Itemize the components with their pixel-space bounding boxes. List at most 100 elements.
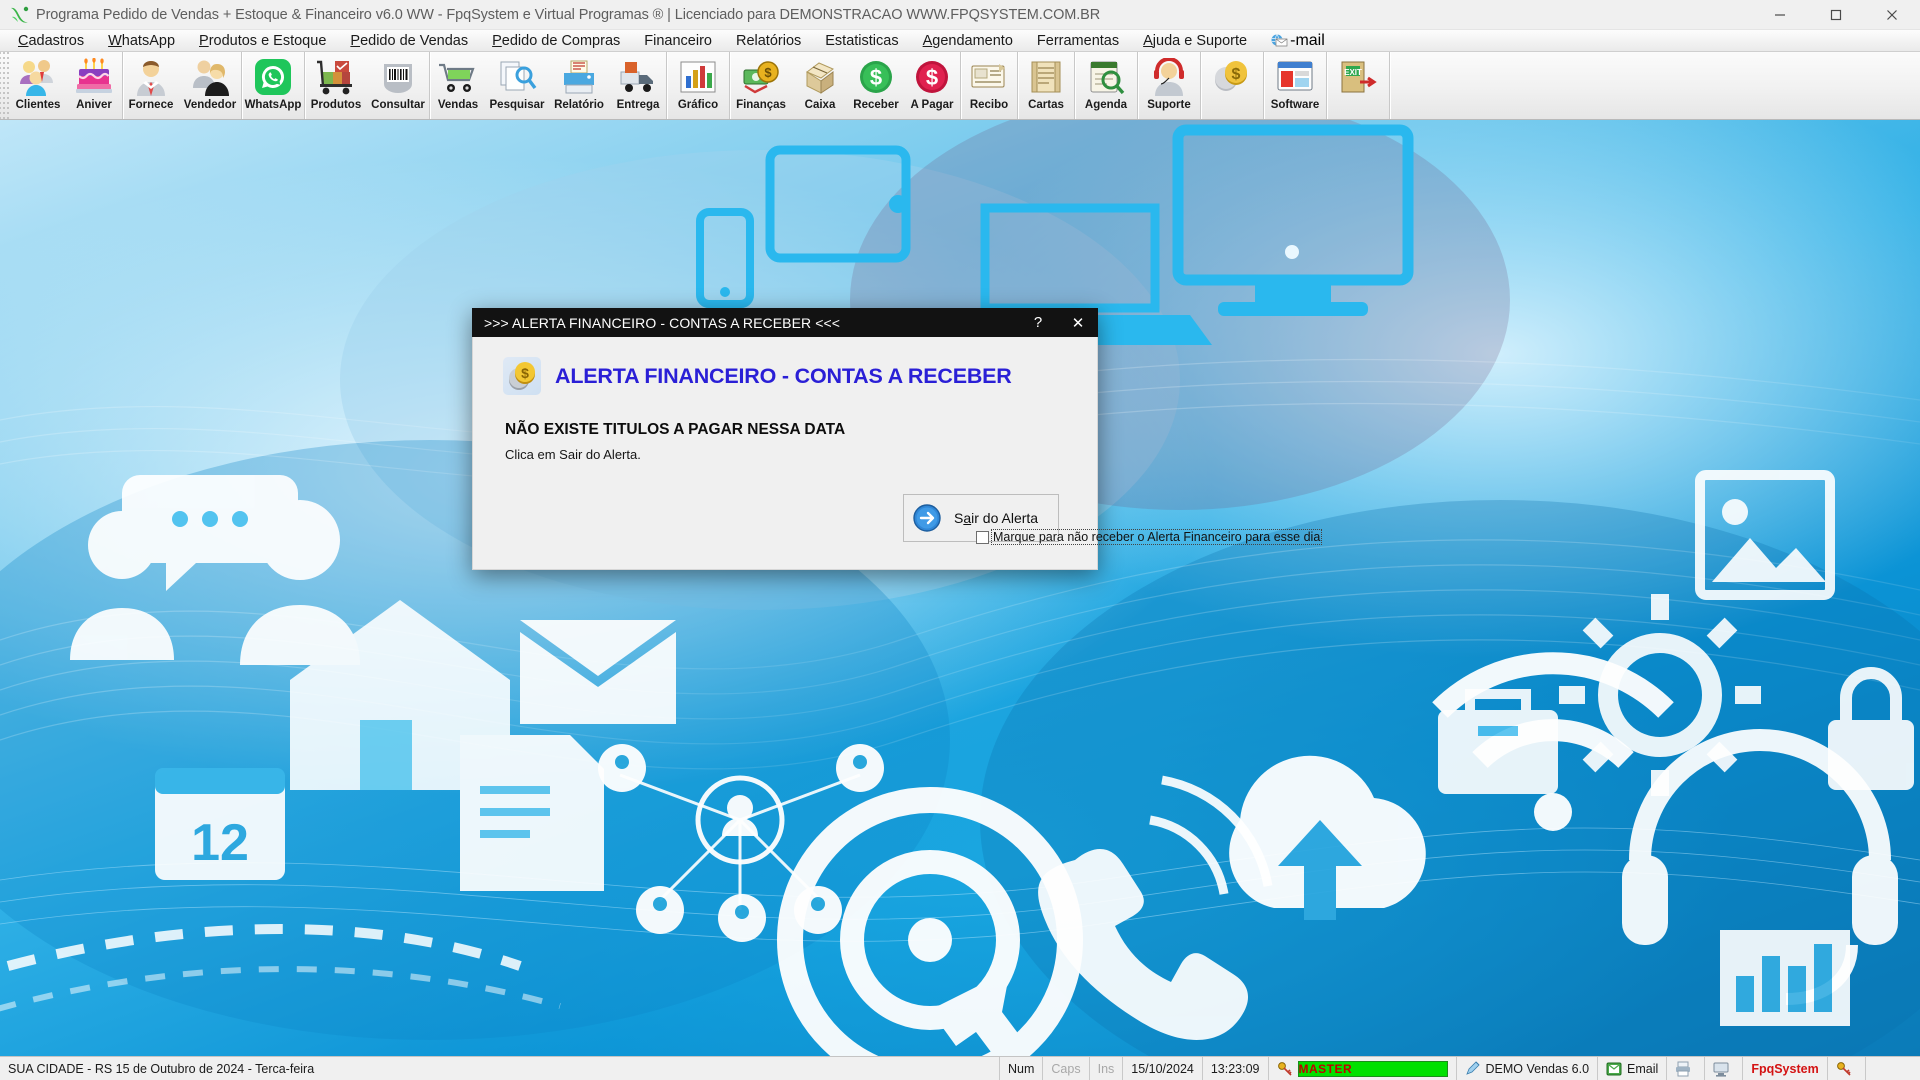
printer-icon: [1675, 1061, 1691, 1077]
toolbar-button-caixa[interactable]: Caixa: [792, 52, 848, 119]
svg-text:$: $: [870, 65, 882, 90]
toolbar-group-pessoas: Fornece Vendedor: [123, 52, 242, 119]
toolbar-group-cadastros: Clientes Aniver: [10, 52, 123, 119]
toolbar-button-relatorio[interactable]: Relatório: [548, 52, 610, 119]
main-toolbar: Clientes Aniver Fornece Vendedor WhatsAp…: [0, 52, 1920, 120]
toolbar-button-agenda[interactable]: Agenda: [1075, 52, 1137, 119]
nao-receber-alerta-checkbox[interactable]: [976, 530, 989, 544]
toolbar-button-clientes[interactable]: Clientes: [10, 52, 66, 119]
window-title: Programa Pedido de Vendas + Estoque & Fi…: [36, 6, 1101, 23]
toolbar-button-a-pagar[interactable]: $ A Pagar: [904, 52, 960, 119]
statusbar: SUA CIDADE - RS 15 de Outubro de 2024 - …: [0, 1056, 1920, 1080]
receive-dollar-icon: $: [853, 57, 899, 97]
nao-receber-alerta-label[interactable]: Marque para não receber o Alerta Finance…: [990, 529, 1323, 545]
toolbar-button-consultar[interactable]: Consultar: [367, 52, 429, 119]
gold-coin-icon: $: [503, 357, 541, 395]
pay-dollar-icon: $: [909, 57, 955, 97]
menu-item-ajuda-e-suporte[interactable]: Ajuda e Suporte: [1131, 31, 1259, 51]
demo-pen-icon: [1465, 1060, 1481, 1077]
statusbar-date: 15/10/2024: [1123, 1057, 1203, 1080]
menu-item-email[interactable]: -mail: [1259, 32, 1337, 50]
svg-text:$: $: [1232, 66, 1241, 83]
shopping-cart-icon: [435, 57, 481, 97]
toolbar-button-receber[interactable]: $ Receber: [848, 52, 904, 119]
menu-item-agendamento[interactable]: Agendamento: [911, 31, 1025, 51]
toolbar-label-financas: Finanças: [736, 99, 786, 111]
maximize-button[interactable]: [1808, 0, 1864, 30]
dialog-heading: ALERTA FINANCEIRO - CONTAS A RECEBER: [555, 363, 1012, 388]
toolbar-group-produtos: Produtos Consultar: [305, 52, 430, 119]
dialog-body: $ ALERTA FINANCEIRO - CONTAS A RECEBER N…: [472, 337, 1323, 570]
dialog-message: NÃO EXISTE TITULOS A PAGAR NESSA DATA: [505, 421, 846, 438]
statusbar-printer-cell[interactable]: [1667, 1057, 1706, 1080]
toolbar-button-vendedor[interactable]: Vendedor: [179, 52, 241, 119]
menu-item-estatisticas[interactable]: Estatisticas: [813, 31, 910, 51]
toolbar-button-aniver[interactable]: Aniver: [66, 52, 122, 119]
toolbar-button-sair[interactable]: EXIT: [1327, 52, 1389, 119]
toolbar-label-aniver: Aniver: [76, 99, 112, 111]
dialog-close-button[interactable]: ✕: [1058, 308, 1098, 337]
toolbar-group-vendas: Vendas Pesquisar Relatório Entrega: [430, 52, 667, 119]
bar-chart-icon: [675, 57, 721, 97]
toolbar-button-moedas[interactable]: $: [1201, 52, 1263, 119]
toolbar-label-caixa: Caixa: [804, 99, 836, 111]
email-icon: [1606, 1061, 1622, 1077]
statusbar-brandkey-cell: [1828, 1057, 1866, 1080]
menu-item-produtos-e-estoque[interactable]: Produtos e Estoque: [187, 31, 338, 51]
toolbar-button-suporte[interactable]: Suporte: [1138, 52, 1200, 119]
toolbar-group-software: Software: [1264, 52, 1327, 119]
toolbar-group-agenda: Agenda: [1075, 52, 1138, 119]
alerta-financeiro-dialog: >>> ALERTA FINANCEIRO - CONTAS A RECEBER…: [472, 308, 1323, 570]
toolbar-label-cartas: Cartas: [1028, 99, 1064, 111]
toolbar-label-a-pagar: A Pagar: [910, 99, 954, 111]
toolbar-label-clientes: Clientes: [15, 99, 61, 111]
dialog-title-text: >>> ALERTA FINANCEIRO - CONTAS A RECEBER…: [484, 314, 841, 331]
toolbar-button-financas[interactable]: $ Finanças: [730, 52, 792, 119]
toolbar-button-produtos[interactable]: Produtos: [305, 52, 367, 119]
toolbar-label-agenda: Agenda: [1084, 99, 1128, 111]
menu-item-financeiro[interactable]: Financeiro: [632, 31, 724, 51]
toolbar-button-entrega[interactable]: Entrega: [610, 52, 666, 119]
toolbar-button-fornece[interactable]: Fornece: [123, 52, 179, 119]
toolbar-group-moedas: $: [1201, 52, 1264, 119]
menu-item-cadastros[interactable]: Cadastros: [6, 31, 96, 51]
statusbar-num: Num: [1000, 1057, 1044, 1080]
menu-item-whatsapp[interactable]: WhatsApp: [96, 31, 187, 51]
statusbar-master-cell: MASTER: [1269, 1057, 1457, 1080]
toolbar-button-pesquisar[interactable]: Pesquisar: [486, 52, 548, 119]
toolbar-label-consultar: Consultar: [371, 99, 425, 111]
statusbar-brand-label: FpqSystem: [1751, 1061, 1819, 1076]
statusbar-ins: Ins: [1090, 1057, 1124, 1080]
toolbar-group-whatsapp: WhatsApp: [242, 52, 305, 119]
statusbar-demo-cell: DEMO Vendas 6.0: [1457, 1057, 1599, 1080]
close-button[interactable]: [1864, 0, 1920, 30]
toolbar-button-grafico[interactable]: Gráfico: [667, 52, 729, 119]
toolbar-button-vendas[interactable]: Vendas: [430, 52, 486, 119]
toolbar-label-receber: Receber: [853, 99, 899, 111]
toolbar-button-recibo[interactable]: Recibo: [961, 52, 1017, 119]
nao-receber-alerta-checkbox-row[interactable]: Marque para não receber o Alerta Finance…: [976, 529, 1323, 545]
toolbar-button-software[interactable]: Software: [1264, 52, 1326, 119]
toolbar-group-suporte: Suporte: [1138, 52, 1201, 119]
toolbar-group-financeiro: $ Finanças Caixa $ Receber $ A Pagar: [730, 52, 961, 119]
search-docs-icon: [494, 57, 540, 97]
coins-icon: $: [1209, 57, 1255, 97]
statusbar-demo-label: DEMO Vendas 6.0: [1485, 1061, 1590, 1076]
delivery-truck-icon: [615, 57, 661, 97]
menu-item-pedido-de-compras[interactable]: Pedido de Compras: [480, 31, 632, 51]
minimize-button[interactable]: [1752, 0, 1808, 30]
toolbar-label-vendedor: Vendedor: [183, 99, 237, 111]
wallpaper-graphics: 12: [0, 120, 1920, 1056]
statusbar-monitor-cell[interactable]: [1705, 1057, 1744, 1080]
menu-item-relatorios[interactable]: Relatórios: [724, 31, 813, 51]
statusbar-email-cell[interactable]: Email: [1598, 1057, 1668, 1080]
toolbar-label-grafico: Gráfico: [677, 99, 719, 111]
dialog-help-button[interactable]: ?: [1018, 308, 1058, 337]
barcode-icon: [375, 57, 421, 97]
toolbar-button-whatsapp[interactable]: WhatsApp: [242, 52, 304, 119]
menu-item-ferramentas[interactable]: Ferramentas: [1025, 31, 1131, 51]
finance-money-icon: $: [738, 57, 784, 97]
menu-item-pedido-de-vendas[interactable]: Pedido de Vendas: [338, 31, 480, 51]
toolbar-button-cartas[interactable]: Cartas: [1018, 52, 1074, 119]
toolbar-grip[interactable]: [0, 52, 10, 119]
